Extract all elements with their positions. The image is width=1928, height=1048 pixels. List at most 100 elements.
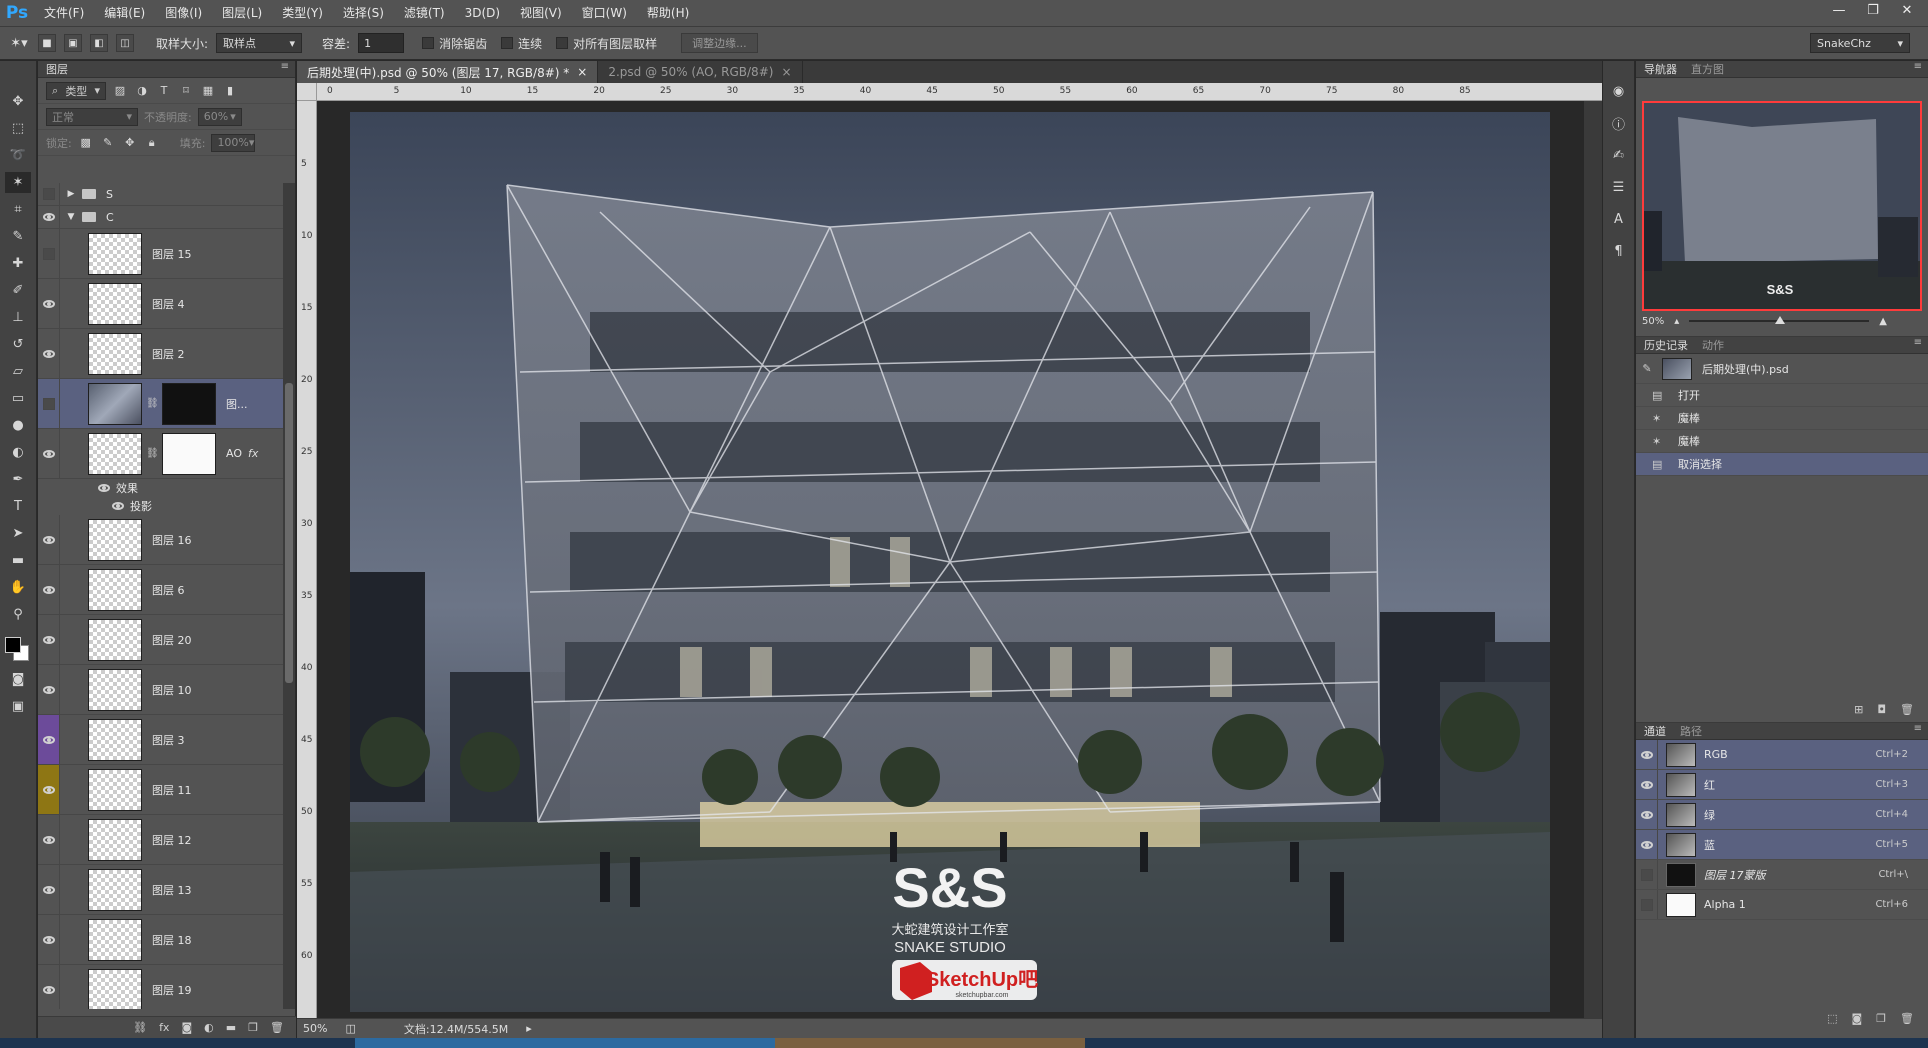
history-step[interactable]: ✶ 魔棒 xyxy=(1636,430,1928,453)
visibility-toggle[interactable] xyxy=(38,379,60,428)
anti-alias-toggle[interactable]: 消除锯齿 xyxy=(422,35,487,52)
layer-row[interactable]: 图层 3 xyxy=(38,715,284,765)
menu-filter[interactable]: 滤镜(T) xyxy=(394,0,455,26)
magic-wand-tool-icon[interactable]: ✶ xyxy=(5,172,31,193)
layer-mask-thumbnail[interactable] xyxy=(162,382,216,425)
add-selection-icon[interactable]: ▣ xyxy=(64,34,82,52)
layer-row[interactable]: 图层 12 xyxy=(38,815,284,865)
layer-row[interactable]: 图层 6 xyxy=(38,565,284,615)
channel-row[interactable]: Alpha 1 Ctrl+6 xyxy=(1636,890,1928,920)
history-brush-icon[interactable]: ↺ xyxy=(5,334,31,355)
channel-row[interactable]: 绿 Ctrl+4 xyxy=(1636,800,1928,830)
history-step[interactable]: ✶ 魔棒 xyxy=(1636,407,1928,430)
load-selection-icon[interactable]: ⬚ xyxy=(1827,1012,1837,1025)
move-tool-icon[interactable]: ✥ xyxy=(5,91,31,112)
filter-toggle-icon[interactable]: ▮ xyxy=(222,83,238,99)
paragraph-icon[interactable]: ¶ xyxy=(1609,241,1629,261)
trash-icon[interactable]: 🗑︎ xyxy=(1900,1012,1914,1025)
actions-tab[interactable]: 动作 xyxy=(1702,337,1724,353)
adjustments-icon[interactable]: ☰ xyxy=(1609,177,1629,197)
visibility-toggle[interactable] xyxy=(38,865,60,914)
canvas-viewport[interactable]: S&S 大蛇建筑设计工作室 SNAKE STUDIO SketchUp吧 ske… xyxy=(317,101,1602,1018)
save-selection-icon[interactable]: ◙ xyxy=(1851,1012,1862,1025)
character-icon[interactable]: A xyxy=(1609,209,1629,229)
color-panel-icon[interactable]: ◉ xyxy=(1609,81,1629,101)
workspace-select[interactable]: SnakeChz ▾ xyxy=(1810,33,1910,53)
layer-row[interactable]: ⛓ 图... xyxy=(38,379,284,429)
chevron-down-icon[interactable]: ▼ xyxy=(64,212,78,222)
layer-row[interactable]: 图层 11 xyxy=(38,765,284,815)
navigator-preview[interactable]: S&S xyxy=(1642,101,1922,311)
visibility-toggle[interactable] xyxy=(38,329,60,378)
visibility-toggle[interactable] xyxy=(38,206,60,228)
kind-filter-select[interactable]: ⌕ 类型 ▾ xyxy=(46,81,106,100)
screen-mode-icon[interactable]: ▣ xyxy=(5,696,31,717)
layer-mask-thumbnail[interactable] xyxy=(162,432,216,475)
visibility-toggle[interactable] xyxy=(38,429,60,478)
eye-icon[interactable] xyxy=(112,502,124,510)
layer-row[interactable]: ⛓ AO fx xyxy=(38,429,284,479)
visibility-toggle[interactable] xyxy=(38,965,60,1009)
sample-size-select[interactable]: 取样点 ▾ xyxy=(216,33,303,53)
visibility-toggle[interactable] xyxy=(38,615,60,664)
history-brush-source-icon[interactable]: ✎ xyxy=(1636,362,1658,375)
gradient-tool-icon[interactable]: ▭ xyxy=(5,388,31,409)
layers-tab[interactable]: 图层 xyxy=(46,61,68,77)
filter-smart-object-icon[interactable]: ▦ xyxy=(200,83,216,99)
vertical-ruler[interactable]: 5 10 15 20 25 30 35 40 45 50 55 60 xyxy=(297,101,317,1018)
layer-group-s[interactable]: ▶ S xyxy=(38,183,284,206)
blend-mode-select[interactable]: 正常 ▾ xyxy=(46,107,138,126)
layer-row[interactable]: 图层 16 xyxy=(38,515,284,565)
layer-row[interactable]: 图层 18 xyxy=(38,915,284,965)
all-layers-toggle[interactable]: 对所有图层取样 xyxy=(556,35,657,52)
brush-presets-icon[interactable]: ✍ xyxy=(1609,145,1629,165)
new-selection-icon[interactable]: ■ xyxy=(38,34,56,52)
close-button[interactable]: ✕ xyxy=(1892,0,1922,20)
layer-row[interactable]: 图层 20 xyxy=(38,615,284,665)
type-tool-icon[interactable]: T xyxy=(5,496,31,517)
contiguous-checkbox[interactable] xyxy=(501,37,514,49)
zoom-slider-knob[interactable] xyxy=(1775,316,1786,324)
menu-edit[interactable]: 编辑(E) xyxy=(94,0,155,26)
visibility-toggle[interactable] xyxy=(38,279,60,328)
panel-menu-icon[interactable]: ≡ xyxy=(1914,723,1922,734)
menu-type[interactable]: 类型(Y) xyxy=(272,0,333,26)
visibility-toggle[interactable] xyxy=(1636,860,1658,889)
paths-tab[interactable]: 路径 xyxy=(1680,723,1702,739)
history-snapshot[interactable]: ✎ 后期处理(中).psd xyxy=(1636,354,1928,384)
visibility-toggle[interactable] xyxy=(38,665,60,714)
menu-3d[interactable]: 3D(D) xyxy=(455,0,510,26)
crop-tool-icon[interactable]: ⌗ xyxy=(5,199,31,220)
shape-tool-icon[interactable]: ▬ xyxy=(5,550,31,571)
marquee-tool-icon[interactable]: ⬚ xyxy=(5,118,31,139)
refine-edge-button[interactable]: 调整边缘... xyxy=(681,33,758,53)
visibility-toggle[interactable] xyxy=(1636,800,1658,829)
eye-icon[interactable] xyxy=(98,484,110,492)
visibility-toggle[interactable] xyxy=(38,915,60,964)
layer-row[interactable]: 图层 19 xyxy=(38,965,284,1009)
layer-row[interactable]: 图层 4 xyxy=(38,279,284,329)
image-canvas[interactable]: S&S 大蛇建筑设计工作室 SNAKE STUDIO SketchUp吧 ske… xyxy=(350,112,1550,1012)
adjustment-layer-icon[interactable]: ◐ xyxy=(204,1021,214,1034)
subtract-selection-icon[interactable]: ◧ xyxy=(90,34,108,52)
filter-pixel-icon[interactable]: ▨ xyxy=(112,83,128,99)
brush-tool-icon[interactable]: ✐ xyxy=(5,280,31,301)
visibility-toggle[interactable] xyxy=(38,183,60,205)
lock-pixels-icon[interactable]: ✎ xyxy=(100,135,116,151)
new-document-from-state-icon[interactable]: ⊞ xyxy=(1854,703,1863,716)
visibility-toggle[interactable] xyxy=(38,815,60,864)
menu-file[interactable]: 文件(F) xyxy=(34,0,94,26)
zoom-out-icon[interactable]: ▴ xyxy=(1674,316,1679,327)
lasso-tool-icon[interactable]: ➰ xyxy=(5,145,31,166)
close-tab-icon[interactable]: × xyxy=(577,65,587,79)
horizontal-ruler[interactable]: 0 5 10 15 20 25 30 35 40 45 50 55 60 65 70 75 80 85 xyxy=(317,83,1602,101)
mask-link-icon[interactable]: ⛓ xyxy=(146,398,159,409)
lock-position-icon[interactable]: ✥ xyxy=(122,135,138,151)
link-layers-icon[interactable]: ⛓ xyxy=(133,1021,147,1034)
color-swatches[interactable] xyxy=(5,637,31,663)
channels-tab[interactable]: 通道 xyxy=(1644,723,1666,739)
channel-row[interactable]: 红 Ctrl+3 xyxy=(1636,770,1928,800)
menu-help[interactable]: 帮助(H) xyxy=(637,0,699,26)
taskbar-app[interactable] xyxy=(775,1038,1085,1048)
zoom-level[interactable]: 50% xyxy=(303,1022,327,1035)
